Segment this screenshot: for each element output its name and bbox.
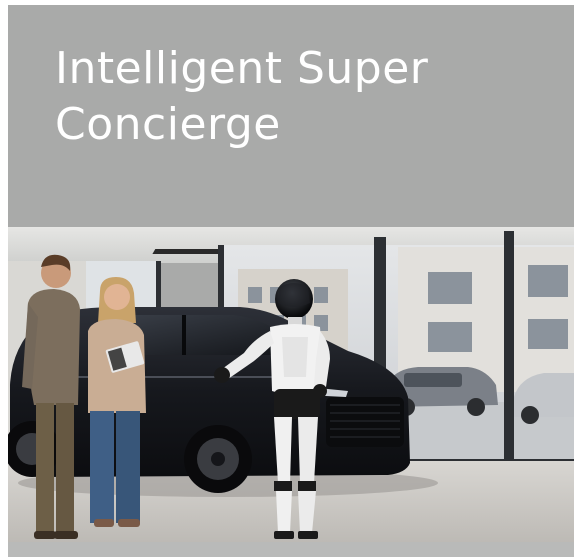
showroom-photo (8, 227, 574, 542)
card-title: Intelligent Super Concierge (55, 41, 535, 153)
card-bottom-strip (8, 542, 574, 557)
card-title-text: Intelligent Super Concierge (55, 43, 429, 150)
feature-card[interactable]: Intelligent Super Concierge (8, 5, 574, 557)
